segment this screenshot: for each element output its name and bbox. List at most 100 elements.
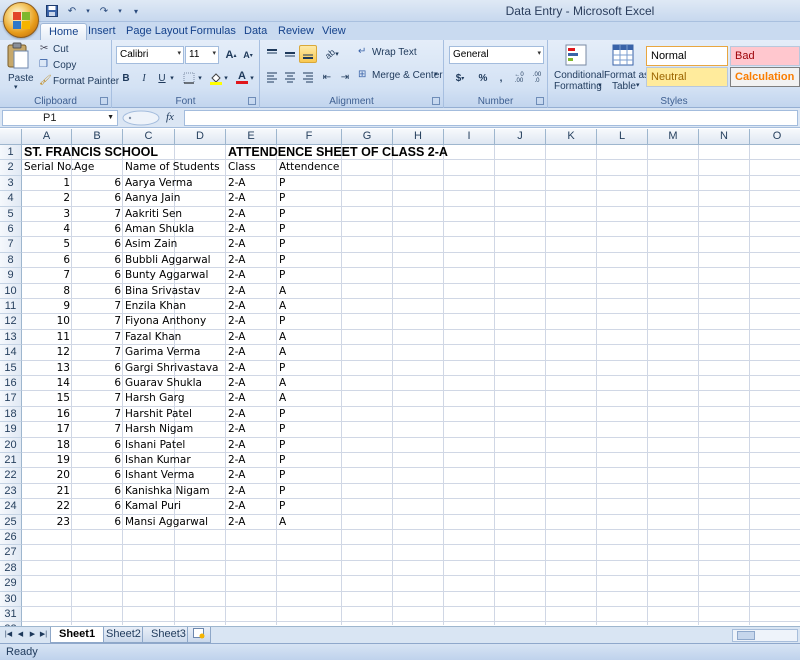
name-cell[interactable]: Garima Verma [123,345,200,360]
italic-button[interactable]: I [135,69,153,87]
column-header[interactable]: J [495,129,546,145]
name-cell[interactable]: Bina Srivastav [123,284,200,299]
last-sheet-icon[interactable]: ▶| [38,629,49,641]
row-header[interactable]: 6 [0,222,22,238]
office-button[interactable] [3,2,39,38]
name-cell[interactable]: Guarav Shukla [123,376,202,391]
style-normal[interactable]: Normal [646,46,728,66]
name-cell[interactable]: Fazal Khan [123,330,181,345]
attendence-cell[interactable]: A [277,391,342,406]
column-header[interactable]: A [22,129,72,145]
scrollbar-thumb[interactable] [737,631,755,640]
name-cell[interactable]: Ishani Patel [123,438,185,453]
class-cell[interactable]: 2-A [226,453,277,468]
class-cell[interactable]: 2-A [226,407,277,422]
row-header[interactable]: 11 [0,299,22,315]
school-title-cell[interactable]: ST. FRANCIS SCHOOL [22,145,158,160]
row-header[interactable]: 21 [0,453,22,469]
class-cell[interactable]: 2-A [226,222,277,237]
age-cell[interactable]: 6 [72,515,123,530]
row-header[interactable]: 31 [0,607,22,623]
conditional-formatting-button[interactable]: Conditional Formatting ▾ [552,42,604,92]
font-launcher-icon[interactable] [248,97,256,105]
format-as-table-button[interactable]: Format as Table ▾ [602,42,649,92]
attendence-cell[interactable]: P [277,191,342,206]
serial-cell[interactable]: 9 [22,299,72,314]
row-header[interactable]: 1 [0,145,22,161]
name-cell[interactable]: Fiyona Anthony [123,314,206,329]
name-box[interactable]: P1 ▼ [2,110,118,126]
row-header[interactable]: 10 [0,283,22,299]
age-cell[interactable]: 6 [72,268,123,283]
class-cell[interactable]: 2-A [226,253,277,268]
class-cell[interactable]: 2-A [226,330,277,345]
column-header[interactable]: I [444,129,495,145]
row-header[interactable]: 7 [0,237,22,253]
row-header[interactable]: 26 [0,530,22,546]
row-header[interactable]: 15 [0,360,22,376]
comma-button[interactable]: , [492,69,510,87]
style-neutral[interactable]: Neutral [646,67,728,87]
age-cell[interactable]: 6 [72,453,123,468]
font-color-dropdown-icon[interactable]: ▾ [248,69,256,87]
align-bottom-icon[interactable] [299,45,317,63]
attendence-cell[interactable]: P [277,207,342,222]
serial-cell[interactable]: 21 [22,484,72,499]
row-header[interactable]: 28 [0,560,22,577]
row-header[interactable]: 13 [0,329,22,346]
serial-cell[interactable]: 7 [22,268,72,283]
row-header[interactable]: 27 [0,545,22,561]
name-cell[interactable]: Kamal Puri [123,499,181,514]
attendence-cell[interactable]: A [277,299,342,314]
name-cell[interactable]: Harsh Nigam [123,422,193,437]
class-cell[interactable]: 2-A [226,468,277,483]
row-header[interactable]: 24 [0,499,22,515]
tab-formulas[interactable]: Formulas [182,23,244,40]
align-right-icon[interactable] [299,68,317,86]
age-cell[interactable]: 7 [72,407,123,422]
serial-cell[interactable]: 19 [22,453,72,468]
percent-button[interactable]: % [474,69,492,87]
bold-button[interactable]: B [117,69,135,87]
age-cell[interactable]: 7 [72,314,123,329]
age-cell[interactable]: 7 [72,207,123,222]
formula-bar-resize-icon[interactable] [122,110,160,126]
attendence-cell[interactable]: P [277,438,342,453]
name-cell[interactable]: Kanishka Nigam [123,484,210,499]
row-header[interactable]: 2 [0,160,22,176]
merge-center-button[interactable]: ⊞ Merge & Center ▾ [358,69,444,85]
serial-cell[interactable]: 17 [22,422,72,437]
class-cell[interactable]: 2-A [226,207,277,222]
sheet-tab-sheet1[interactable]: Sheet1 [50,627,105,643]
font-size-combo[interactable]: 11 ▾ [185,46,219,64]
alignment-launcher-icon[interactable] [432,97,440,105]
row-header[interactable]: 23 [0,483,22,500]
age-cell[interactable]: 6 [72,237,123,252]
header-cell[interactable]: Name of Students [123,160,220,175]
header-cell[interactable]: Serial No. [22,160,74,175]
next-sheet-icon[interactable]: ▶ [27,629,38,641]
column-header[interactable]: K [546,129,597,145]
font-name-combo[interactable]: Calibri ▾ [116,46,184,64]
serial-cell[interactable]: 5 [22,237,72,252]
class-cell[interactable]: 2-A [226,284,277,299]
row-header[interactable]: 3 [0,175,22,192]
attendence-cell[interactable]: P [277,222,342,237]
name-cell[interactable]: Harsh Garg [123,391,184,406]
wrap-text-button[interactable]: ↵ Wrap Text [358,46,442,62]
serial-cell[interactable]: 13 [22,361,72,376]
class-cell[interactable]: 2-A [226,499,277,514]
column-header[interactable]: N [699,129,750,145]
name-cell[interactable]: Aanya Jain [123,191,180,206]
attendence-cell[interactable]: A [277,284,342,299]
class-cell[interactable]: 2-A [226,237,277,252]
style-calculation[interactable]: Calculation [730,67,800,87]
attendence-cell[interactable]: P [277,499,342,514]
class-cell[interactable]: 2-A [226,314,277,329]
attendence-cell[interactable]: P [277,361,342,376]
class-cell[interactable]: 2-A [226,345,277,360]
row-header[interactable]: 30 [0,591,22,607]
align-left-icon[interactable] [263,68,281,86]
row-header[interactable]: 4 [0,191,22,207]
underline-dropdown-icon[interactable]: ▾ [168,69,176,87]
